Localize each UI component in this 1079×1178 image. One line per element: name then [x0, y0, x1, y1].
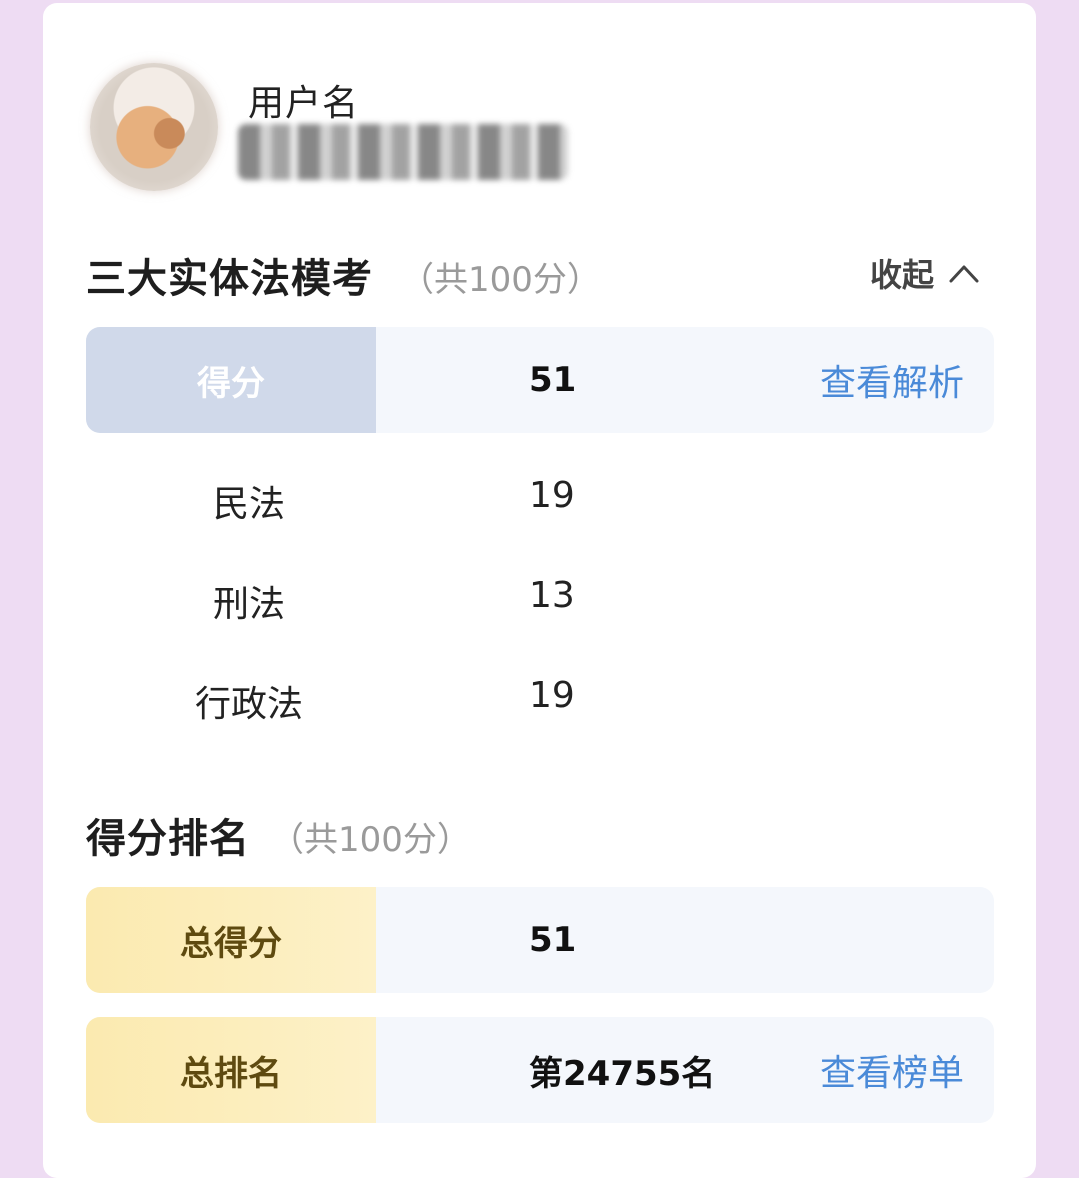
- chevron-up-icon: [949, 265, 979, 283]
- section-subtitle-exam: （共100分）: [400, 260, 601, 300]
- subject-name: 民法: [212, 484, 285, 525]
- section-title-exam: 三大实体法模考: [86, 256, 373, 302]
- total-score-label: 总得分: [86, 887, 376, 993]
- subject-score: 19: [529, 675, 575, 716]
- subject-row: 行政法 19: [86, 675, 994, 735]
- score-value: 51: [529, 360, 577, 400]
- collapse-button[interactable]: 收起: [870, 250, 980, 296]
- section-title-ranking: 得分排名: [86, 816, 250, 862]
- username-label: 用户名: [248, 83, 360, 124]
- score-label: 得分: [86, 327, 376, 433]
- subject-score: 19: [529, 475, 575, 516]
- subject-score: 13: [529, 575, 575, 616]
- total-rank-value: 第24755名: [529, 1053, 716, 1094]
- score-row: 得分 51 查看解析: [86, 327, 994, 433]
- total-score-value: 51: [529, 920, 577, 960]
- avatar[interactable]: [90, 63, 218, 191]
- subject-row: 民法 19: [86, 475, 994, 535]
- section-subtitle-ranking: （共100分）: [270, 820, 471, 860]
- total-rank-label: 总排名: [86, 1017, 376, 1123]
- view-analysis-link[interactable]: 查看解析: [820, 327, 964, 433]
- subject-name: 刑法: [212, 584, 285, 625]
- collapse-label: 收起: [870, 256, 935, 294]
- total-score-row: 总得分 51: [86, 887, 994, 993]
- view-leaderboard-link[interactable]: 查看榜单: [820, 1017, 964, 1123]
- blurred-user-id: [238, 124, 568, 180]
- subject-name: 行政法: [194, 684, 303, 725]
- subject-row: 刑法 13: [86, 575, 994, 635]
- total-rank-row: 总排名 第24755名 查看榜单: [86, 1017, 994, 1123]
